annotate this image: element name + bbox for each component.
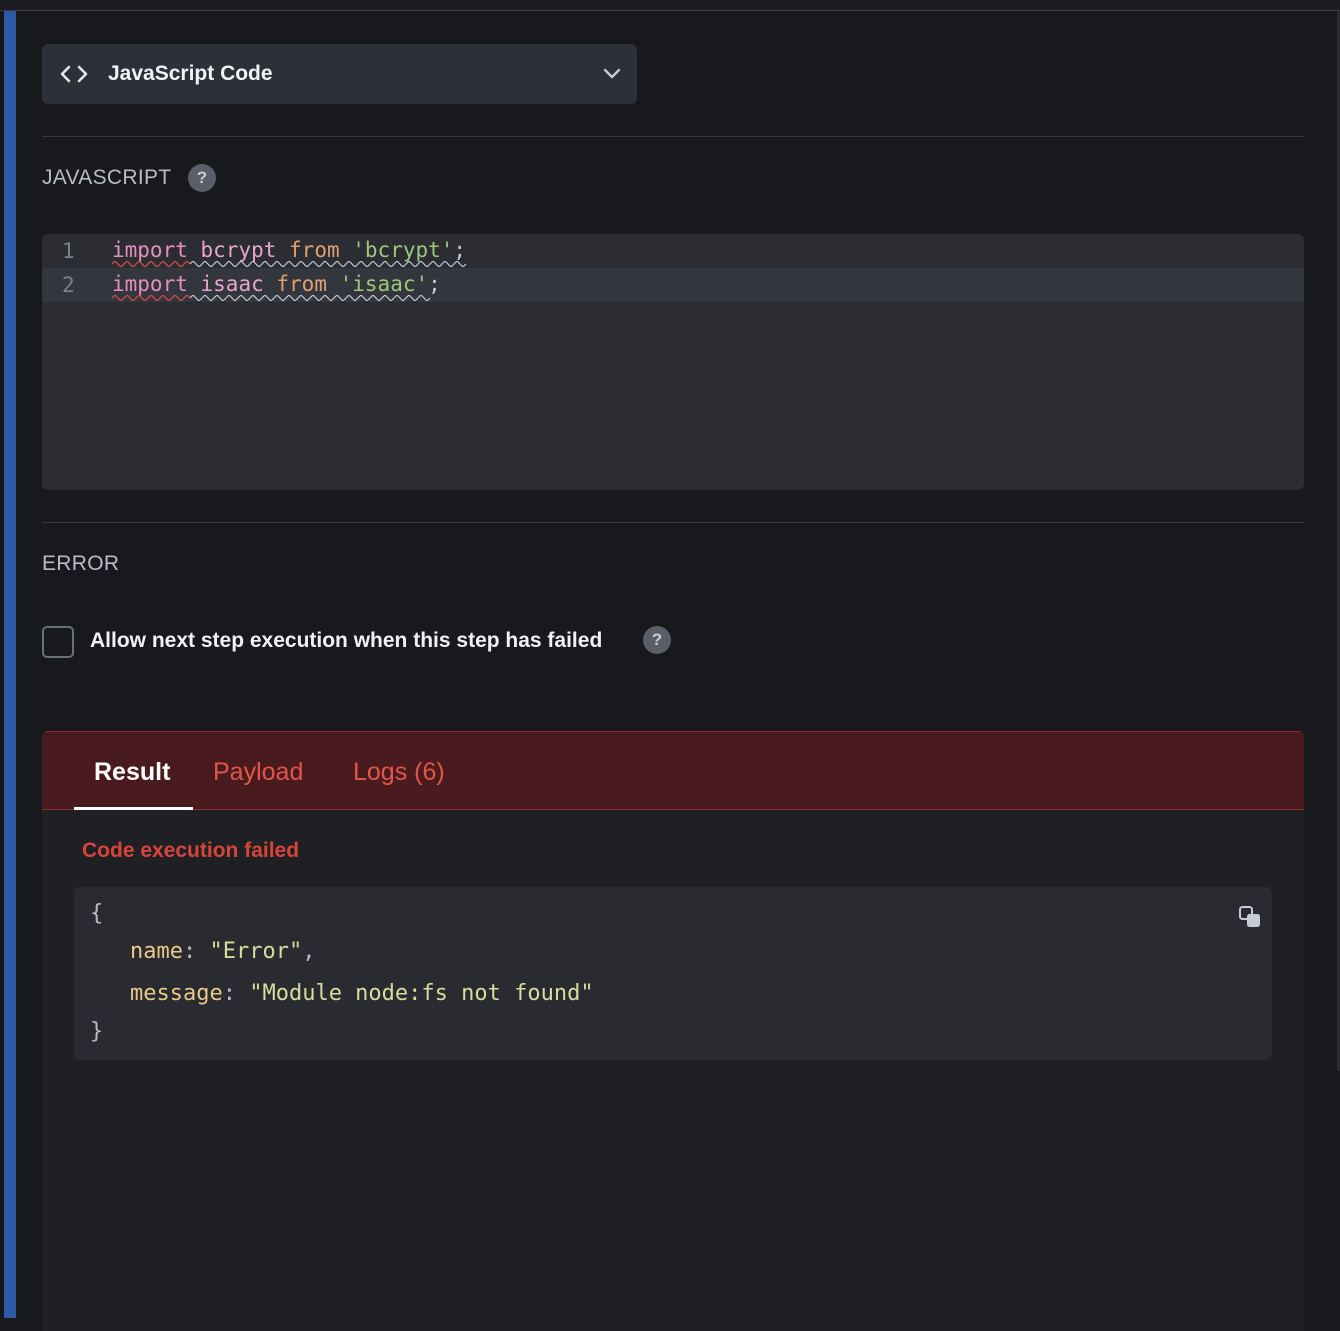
json-key: name xyxy=(130,939,183,964)
punctuation-token: ; xyxy=(428,272,441,296)
code-editor[interactable]: 1 import bcrypt from 'bcrypt'; 2 import … xyxy=(42,234,1304,490)
punctuation-token: ; xyxy=(453,238,467,262)
javascript-section-title: JAVASCRIPT xyxy=(42,166,172,189)
copy-icon[interactable] xyxy=(1238,905,1262,929)
divider xyxy=(42,136,1304,137)
from-token: from xyxy=(276,272,327,296)
result-tabs: Result Payload Logs (6) xyxy=(42,731,1304,810)
help-icon[interactable]: ? xyxy=(188,164,216,192)
line-number: 2 xyxy=(62,273,75,297)
tab-payload[interactable]: Payload xyxy=(213,758,303,787)
json-value: "Error" xyxy=(209,939,303,964)
tab-result[interactable]: Result xyxy=(94,758,170,787)
code-line: import isaac from 'isaac'; xyxy=(112,272,441,296)
top-border xyxy=(0,0,1340,11)
editor-line-active: 2 import isaac from 'isaac'; xyxy=(42,268,1304,302)
step-type-label: JavaScript Code xyxy=(108,62,273,85)
code-brackets-icon xyxy=(60,65,88,83)
tab-logs[interactable]: Logs (6) xyxy=(353,758,445,787)
line-number: 1 xyxy=(62,239,75,263)
json-key: message xyxy=(130,981,223,1006)
from-token: from xyxy=(289,238,340,262)
step-accent-bar xyxy=(4,11,16,1318)
error-squiggle xyxy=(112,261,467,267)
allow-next-step-checkbox[interactable] xyxy=(42,626,74,658)
json-field: message: "Module node:fs not found" xyxy=(130,981,594,1006)
code-line: import bcrypt from 'bcrypt'; xyxy=(112,238,466,262)
error-title: Code execution failed xyxy=(82,839,300,862)
step-type-select[interactable]: JavaScript Code xyxy=(42,44,637,104)
keyword-token: import xyxy=(112,238,188,262)
editor-line: 1 import bcrypt from 'bcrypt'; xyxy=(42,234,1304,268)
string-token: 'bcrypt' xyxy=(352,238,454,262)
json-comma: , xyxy=(302,939,316,964)
error-section-title: ERROR xyxy=(42,552,120,575)
help-icon[interactable]: ? xyxy=(643,626,671,654)
identifier-token: isaac xyxy=(200,272,264,296)
identifier-token: bcrypt xyxy=(200,238,277,262)
allow-next-step-label[interactable]: Allow next step execution when this step… xyxy=(90,629,602,653)
json-open-brace: { xyxy=(90,901,104,926)
json-close-brace: } xyxy=(90,1019,104,1044)
execution-result-panel: Result Payload Logs (6) Code execution f… xyxy=(42,731,1304,1331)
json-field: name: "Error", xyxy=(130,939,316,964)
active-tab-indicator xyxy=(74,807,193,810)
string-token: 'isaac' xyxy=(339,272,429,296)
keyword-token: import xyxy=(112,272,188,296)
error-json-viewer: { name: "Error", message: "Module node:f… xyxy=(74,887,1272,1060)
chevron-down-icon xyxy=(603,68,621,79)
json-value: "Module node:fs not found" xyxy=(249,981,594,1006)
error-squiggle xyxy=(112,295,431,301)
divider xyxy=(42,522,1304,523)
